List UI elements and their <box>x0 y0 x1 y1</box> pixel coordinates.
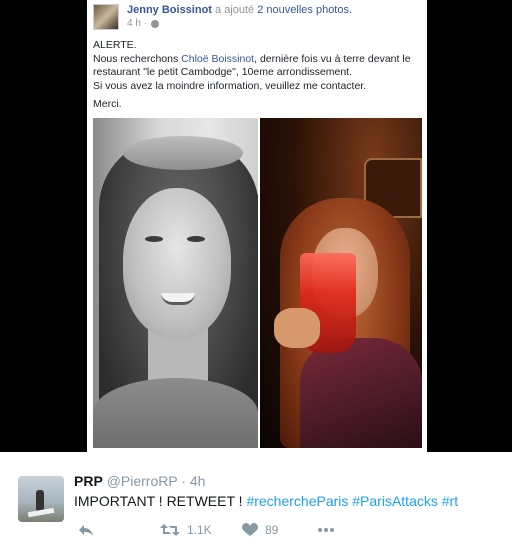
facebook-post-time: 4 h · <box>127 18 160 29</box>
portrait-hand <box>274 308 320 348</box>
retweet-button[interactable]: 1.1K <box>160 520 212 540</box>
retweet-count: 1.1K <box>187 523 212 537</box>
post-line-search: Nous recherchons Chloë Boissinot, derniè… <box>93 53 423 67</box>
like-count: 89 <box>265 523 279 537</box>
tweet-text-plain: IMPORTANT ! RETWEET ! <box>74 493 247 509</box>
like-button[interactable]: 89 <box>242 520 278 540</box>
facebook-author-avatar[interactable] <box>93 4 119 30</box>
retweet-icon <box>160 523 180 537</box>
facebook-photos-link[interactable]: 2 nouvelles photos. <box>257 4 352 16</box>
portrait-eye <box>145 236 163 242</box>
post-photo-right[interactable] <box>260 118 422 448</box>
tweet-author-handle[interactable]: @PierroRP <box>107 473 178 489</box>
post-line-restaurant: restaurant "le petit Cambodge", 10eme ar… <box>93 66 353 78</box>
tweet-time[interactable]: · 4h <box>181 473 205 489</box>
tweet-author-avatar[interactable] <box>18 476 64 522</box>
hashtag-link[interactable]: #rechercheParis <box>246 493 348 509</box>
avatar-board <box>27 507 55 518</box>
post-line-merci: Merci. <box>93 98 122 110</box>
person-mention-link[interactable]: Chloë Boissinot <box>181 53 254 65</box>
hashtag-link[interactable]: #rt <box>442 493 458 509</box>
post-line-alerte: ALERTE. <box>93 39 137 51</box>
facebook-action-text: a ajouté <box>215 4 255 16</box>
tweet-author-name[interactable]: PRP <box>74 473 103 489</box>
tweet-text: IMPORTANT ! RETWEET ! #rechercheParis #P… <box>74 493 458 509</box>
facebook-time-text: 4 h · <box>127 18 148 29</box>
post-photo-left[interactable] <box>93 118 258 448</box>
tweet-header: PRP @PierroRP · 4h <box>74 473 205 489</box>
reply-button[interactable] <box>78 520 94 540</box>
post-line-search-a: Nous recherchons <box>93 52 182 65</box>
tweet: PRP @PierroRP · 4h IMPORTANT ! RETWEET !… <box>0 452 512 548</box>
embedded-image-area: Jenny Boissinot a ajouté 2 nouvelles pho… <box>0 0 512 452</box>
portrait-face <box>123 188 231 338</box>
facebook-post-body: ALERTE. Nous recherchons Chloë Boissinot… <box>93 39 423 112</box>
portrait-headband <box>123 136 243 170</box>
facebook-post-header: Jenny Boissinot a ajouté 2 nouvelles pho… <box>87 0 427 34</box>
more-icon <box>318 528 334 532</box>
post-line-contact: Si vous avez la moindre information, veu… <box>93 79 367 92</box>
hashtag-link[interactable]: #ParisAttacks <box>352 493 438 509</box>
facebook-author-name[interactable]: Jenny Boissinot <box>127 4 212 16</box>
post-line-search-b: , dernière fois vu à terre devant le <box>254 52 411 65</box>
portrait-scarf <box>300 338 422 448</box>
portrait-shirt <box>93 378 258 448</box>
reply-icon <box>78 523 94 537</box>
heart-icon <box>242 523 258 537</box>
facebook-post-title: Jenny Boissinot a ajouté 2 nouvelles pho… <box>127 4 352 16</box>
more-button[interactable] <box>318 520 334 540</box>
portrait-eye <box>187 236 205 242</box>
facebook-post-card: Jenny Boissinot a ajouté 2 nouvelles pho… <box>87 0 427 452</box>
tweet-actions: 1.1K 89 <box>74 520 494 540</box>
globe-icon <box>151 19 160 28</box>
